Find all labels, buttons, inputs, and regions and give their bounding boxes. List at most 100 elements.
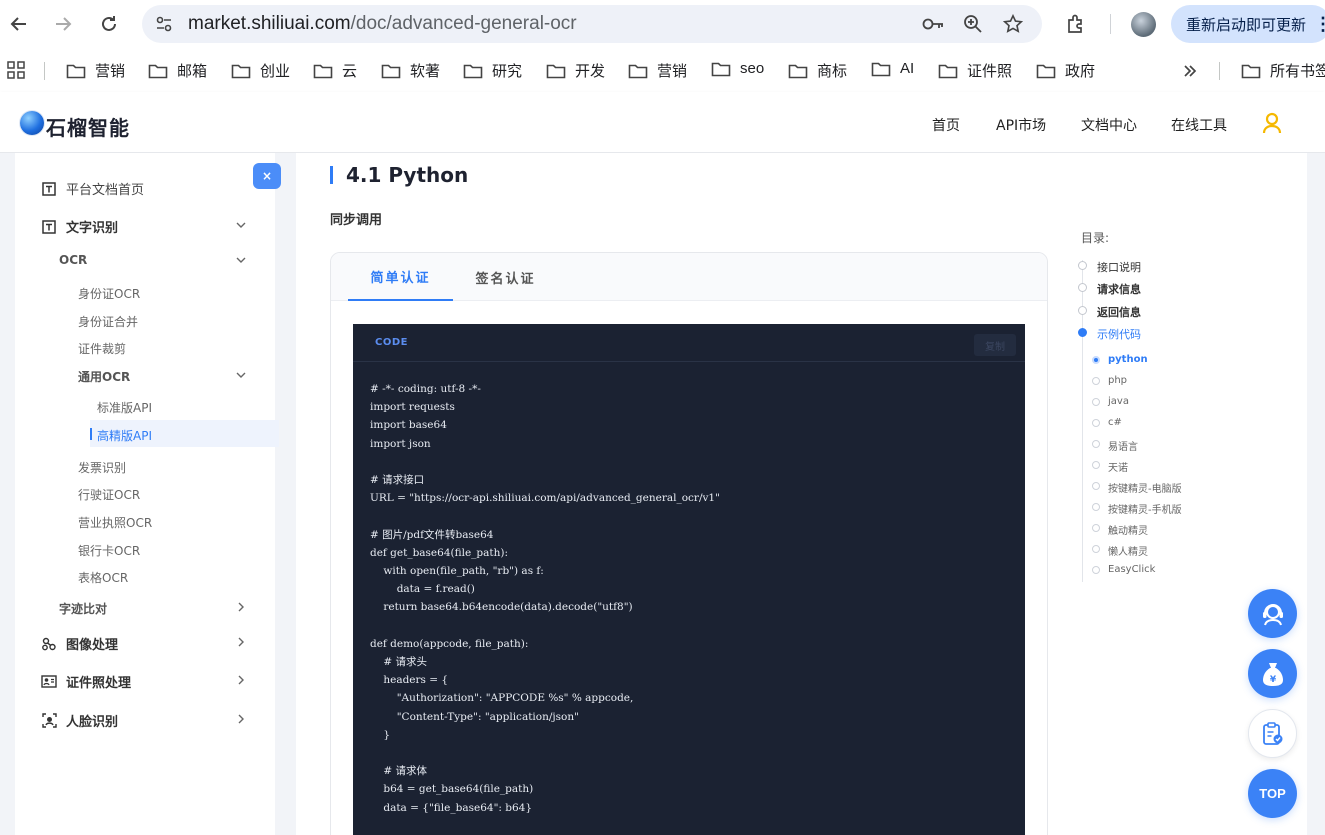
folder-icon (148, 64, 168, 78)
sidebar-item-invoice[interactable]: 发票识别 (78, 459, 126, 476)
tab-signature-auth[interactable]: 签名认证 (453, 253, 558, 301)
sidebar-item-text-recognition[interactable]: 文字识别 (41, 217, 118, 236)
sidebar-item-face-recognition[interactable]: 人脸识别 (41, 711, 118, 730)
sidebar-item-table-ocr[interactable]: 表格OCR (78, 569, 128, 586)
sidebar-item-id-crop[interactable]: 证件裁剪 (78, 340, 126, 357)
toc-sub-php[interactable]: php (1108, 375, 1127, 386)
profile-avatar[interactable] (1131, 12, 1156, 37)
bookmark-folder[interactable]: 研究 (463, 60, 522, 81)
bookmark-folder[interactable]: seo (711, 60, 764, 77)
sidebar-item-driving-license[interactable]: 行驶证OCR (78, 486, 140, 503)
pricing-button[interactable]: ¥ (1248, 649, 1297, 698)
toc-sub-chudong[interactable]: 触动精灵 (1108, 522, 1148, 537)
chevron-down-icon[interactable] (236, 221, 246, 229)
zoom-icon[interactable] (963, 14, 983, 34)
sidebar-item-id-card-ocr[interactable]: 身份证OCR (78, 285, 140, 302)
toc-item-interface[interactable]: 接口说明 (1097, 259, 1141, 275)
toc-title: 目录: (1081, 231, 1110, 245)
sidebar-item-advanced-api[interactable]: 高精版API (97, 427, 152, 444)
money-bag-icon: ¥ (1262, 662, 1283, 686)
sidebar-item-id-photo[interactable]: 证件照处理 (41, 672, 131, 691)
chevron-right-icon[interactable] (237, 602, 245, 612)
chevron-right-icon[interactable] (237, 714, 245, 724)
tab-simple-auth[interactable]: 简单认证 (348, 253, 453, 301)
bookmark-folder[interactable]: 商标 (788, 60, 847, 81)
sidebar-item-bank-card[interactable]: 银行卡OCR (78, 542, 140, 559)
chevron-double-right-icon[interactable] (1182, 63, 1198, 79)
nav-home[interactable]: 首页 (932, 115, 960, 135)
chevron-down-icon[interactable] (236, 371, 246, 379)
toc-sub-java[interactable]: java (1108, 396, 1129, 407)
back-to-top-label: TOP (1259, 786, 1286, 801)
code-line: def demo(appcode, file_path): (370, 637, 529, 650)
logo-icon[interactable] (20, 111, 44, 135)
bookmark-folder[interactable]: 营销 (66, 60, 125, 81)
url-text[interactable]: market.shiliuai.com/doc/advanced-general… (188, 13, 577, 35)
more-menu-icon[interactable]: ⋮ (1314, 14, 1325, 35)
sidebar-item-general-ocr[interactable]: 通用OCR (78, 368, 130, 385)
toc-sub-lanren[interactable]: 懒人精灵 (1108, 543, 1148, 558)
nav-online-tools[interactable]: 在线工具 (1171, 115, 1227, 135)
back-to-top-button[interactable]: TOP (1248, 769, 1297, 818)
toc-item-response[interactable]: 返回信息 (1097, 304, 1141, 320)
chevron-down-icon[interactable] (236, 256, 246, 264)
copy-button[interactable]: 复制 (974, 334, 1016, 356)
bookmark-folder[interactable]: 营销 (628, 60, 687, 81)
address-bar[interactable]: market.shiliuai.com/doc/advanced-general… (142, 5, 1042, 43)
code-line: # 请求接口 (370, 474, 425, 487)
toc-subdot-active (1092, 356, 1100, 364)
toc-sub-csharp[interactable]: c# (1108, 417, 1122, 428)
chevron-right-icon[interactable] (237, 637, 245, 647)
user-icon[interactable] (1262, 112, 1282, 134)
bookmark-folder[interactable]: 政府 (1036, 60, 1095, 81)
bookmark-folder[interactable]: 软著 (381, 60, 440, 81)
toc-sub-tiannuo[interactable]: 天诺 (1108, 459, 1128, 474)
all-bookmarks[interactable]: 所有书签 (1241, 60, 1325, 81)
sidebar-item-ocr[interactable]: OCR (59, 253, 87, 267)
extensions-icon[interactable] (1065, 13, 1087, 35)
forward-button[interactable] (49, 10, 77, 38)
bookmark-folder[interactable]: 云 (313, 60, 357, 81)
bookmark-folder[interactable]: AI (871, 60, 914, 77)
toc-item-example[interactable]: 示例代码 (1097, 326, 1141, 342)
close-sidebar-button[interactable]: × (253, 163, 281, 189)
sidebar-item-handwriting-compare[interactable]: 字迹比对 (59, 600, 107, 617)
apps-grid-icon[interactable] (7, 61, 25, 79)
folder-icon (463, 64, 483, 78)
toc-sub-eyuyan[interactable]: 易语言 (1108, 438, 1138, 453)
nav-api-market[interactable]: API市场 (996, 115, 1046, 135)
code-language-label: CODE (375, 337, 408, 348)
bookmark-star-icon[interactable] (1003, 14, 1023, 34)
bookmark-folder[interactable]: 创业 (231, 60, 290, 81)
site-settings-icon[interactable] (154, 14, 174, 34)
logo-text[interactable]: 石榴智能 (46, 112, 130, 141)
feedback-button[interactable] (1248, 709, 1297, 758)
reload-button[interactable] (95, 10, 123, 38)
back-button[interactable] (5, 10, 33, 38)
toc-sub-python[interactable]: python (1108, 354, 1148, 365)
code-block-header: CODE 复制 (353, 324, 1025, 362)
sidebar-item-home[interactable]: 平台文档首页 (41, 179, 144, 198)
toc-sub-anjian-mobile[interactable]: 按键精灵-手机版 (1108, 501, 1182, 516)
sidebar-item-business-license[interactable]: 营业执照OCR (78, 514, 152, 531)
update-button[interactable]: 重新启动即可更新 ⋮ (1171, 5, 1325, 43)
toc-sub-easyclick[interactable]: EasyClick (1108, 564, 1155, 575)
bookmark-label: AI (900, 60, 915, 77)
code-text[interactable]: # -*- coding: utf-8 -*- import requests im… (370, 380, 720, 817)
section-title-marker (330, 166, 333, 184)
sidebar-item-label: 行驶证OCR (78, 488, 141, 502)
chevron-right-icon[interactable] (237, 675, 245, 685)
toc-sub-anjian-pc[interactable]: 按键精灵-电脑版 (1108, 480, 1182, 495)
sidebar-item-image-processing[interactable]: 图像处理 (41, 634, 118, 653)
sidebar-item-standard-api[interactable]: 标准版API (97, 399, 152, 416)
bookmark-folder[interactable]: 开发 (546, 60, 605, 81)
code-line: URL = "https://ocr-api.shiliuai.com/api/… (370, 492, 720, 505)
toc-item-request[interactable]: 请求信息 (1097, 281, 1141, 297)
key-icon[interactable] (921, 14, 945, 34)
bookmark-folder[interactable]: 证件照 (938, 60, 1012, 81)
sidebar-item-id-card-merge[interactable]: 身份证合并 (78, 313, 138, 330)
bookmark-folder[interactable]: 邮箱 (148, 60, 207, 81)
nav-doc-center[interactable]: 文档中心 (1081, 115, 1137, 135)
sidebar-item-label: 表格OCR (78, 571, 129, 585)
customer-service-button[interactable] (1248, 589, 1297, 638)
